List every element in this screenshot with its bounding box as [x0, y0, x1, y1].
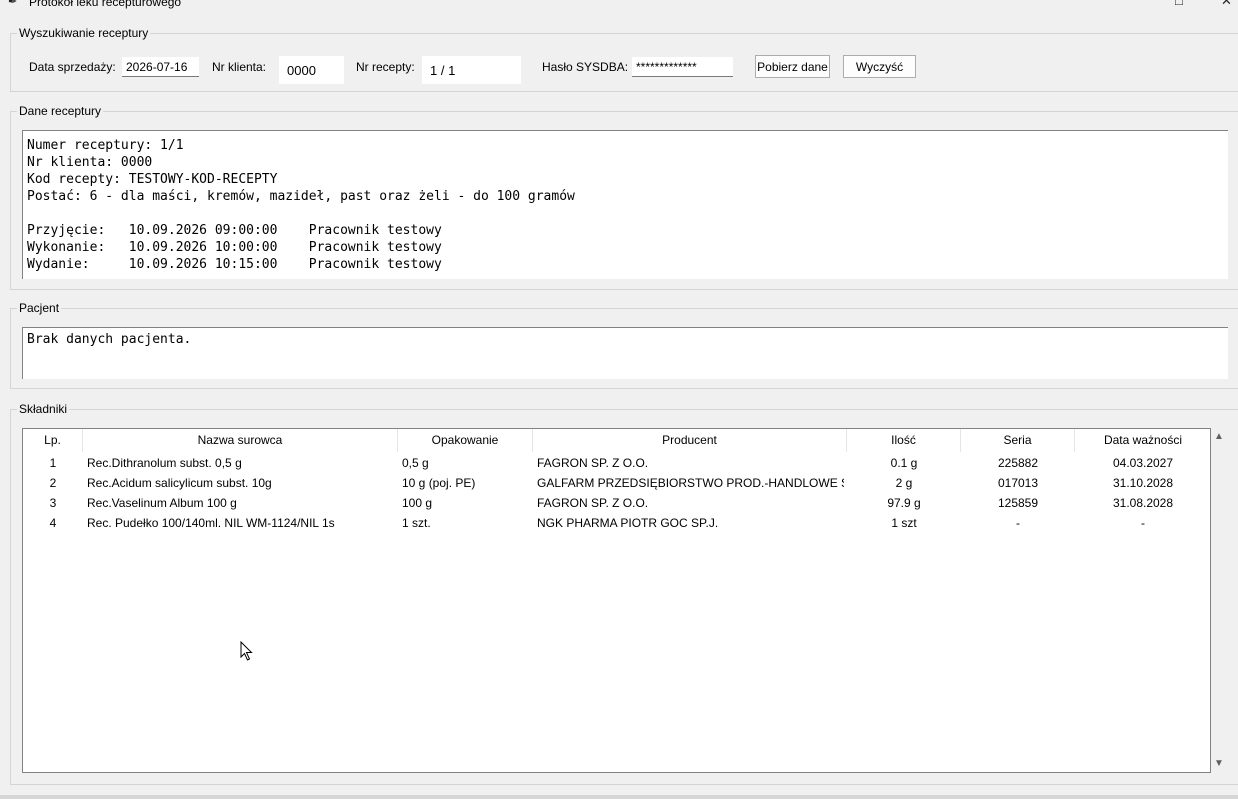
- scroll-up-arrow-icon[interactable]: ▲: [1214, 431, 1224, 442]
- cell-name: Rec. Pudełko 100/140ml. NIL WM-1124/NIL …: [87, 516, 335, 530]
- table-row[interactable]: 3 Rec.Vaselinum Album 100 g 100 g FAGRON…: [23, 493, 1210, 513]
- cell-producer: NGK PHARMA PIOTR GOC SP.J.: [537, 516, 719, 530]
- column-header-name[interactable]: Nazwa surowca: [83, 429, 398, 452]
- column-header-producer[interactable]: Producent: [533, 429, 847, 452]
- title-bar: ✒ Protokół leku recepturowego □ ✕: [0, 0, 1238, 10]
- table-header: Lp. Nazwa surowca Opakowanie Producent I…: [23, 429, 1210, 452]
- recipe-number-field[interactable]: [422, 56, 521, 84]
- cell-expiry: 31.08.2028: [1112, 496, 1174, 510]
- cell-series: 017013: [997, 476, 1039, 490]
- cell-package: 1 szt.: [402, 516, 431, 530]
- cell-package: 10 g (poj. PE): [402, 476, 476, 490]
- cell-package: 0,5 g: [402, 456, 429, 470]
- cell-series: 225882: [997, 456, 1039, 470]
- fetch-data-button[interactable]: Pobierz dane: [755, 55, 830, 78]
- window-title: Protokół leku recepturowego: [29, 0, 182, 9]
- column-header-series[interactable]: Seria: [961, 429, 1075, 452]
- cell-name: Rec.Vaselinum Album 100 g: [87, 496, 237, 510]
- recipe-data-group-label: Dane receptury: [17, 104, 104, 118]
- cell-name: Rec.Acidum salicylicum subst. 10g: [87, 476, 272, 490]
- cell-expiry: -: [1141, 516, 1145, 530]
- clear-button[interactable]: Wyczyść: [843, 55, 916, 78]
- table-row[interactable]: 2 Rec.Acidum salicylicum subst. 10g 10 g…: [23, 473, 1210, 493]
- recipe-details-text[interactable]: Numer receptury: 1/1 Nr klienta: 0000 Ko…: [22, 130, 1228, 279]
- cell-quantity: 1 szt: [891, 516, 917, 530]
- search-group-label: Wyszukiwanie receptury: [17, 26, 151, 40]
- cell-name: Rec.Dithranolum subst. 0,5 g: [87, 456, 242, 470]
- cell-lp: 2: [49, 476, 57, 490]
- column-header-quantity[interactable]: Ilość: [847, 429, 961, 452]
- cell-package: 100 g: [402, 496, 433, 510]
- cell-lp: 1: [49, 456, 57, 470]
- cell-lp: 4: [49, 516, 57, 530]
- sale-date-label: Data sprzedaży:: [29, 60, 116, 74]
- cell-quantity: 97.9 g: [887, 496, 921, 510]
- cell-producer: FAGRON SP. Z O.O.: [537, 496, 649, 510]
- cell-series: -: [1016, 516, 1020, 530]
- mouse-cursor-icon: [240, 641, 253, 661]
- cell-quantity: 2 g: [895, 476, 913, 490]
- cell-expiry: 04.03.2027: [1112, 456, 1174, 470]
- ingredients-group-label: Składniki: [17, 402, 70, 416]
- maximize-button[interactable]: □: [1175, 0, 1183, 8]
- close-button[interactable]: ✕: [1221, 0, 1232, 9]
- window-bottom-edge: [0, 795, 1238, 799]
- recipe-number-label: Nr recepty:: [356, 60, 415, 74]
- cell-expiry: 31.10.2028: [1112, 476, 1174, 490]
- ingredients-scrollbar[interactable]: ▲ ▼: [1211, 428, 1228, 773]
- client-number-field[interactable]: [279, 56, 344, 84]
- app-feather-icon: ✒: [8, 0, 18, 8]
- cell-producer: FAGRON SP. Z O.O.: [537, 456, 649, 470]
- sysdba-password-field[interactable]: [632, 57, 733, 77]
- table-row[interactable]: 1 Rec.Dithranolum subst. 0,5 g 0,5 g FAG…: [23, 453, 1210, 473]
- patient-group-label: Pacjent: [17, 301, 62, 315]
- patient-details-text[interactable]: Brak danych pacjenta.: [22, 327, 1228, 379]
- cell-series: 125859: [997, 496, 1039, 510]
- sale-date-field[interactable]: [122, 57, 199, 77]
- cell-producer: GALFARM PRZEDSIĘBIORSTWO PROD.-HANDLOWE …: [537, 476, 844, 490]
- table-row[interactable]: 4 Rec. Pudełko 100/140ml. NIL WM-1124/NI…: [23, 513, 1210, 533]
- sysdba-password-label: Hasło SYSDBA:: [542, 60, 629, 74]
- column-header-expiry[interactable]: Data ważności: [1075, 429, 1211, 452]
- cell-quantity: 0.1 g: [890, 456, 918, 470]
- ingredients-table[interactable]: Lp. Nazwa surowca Opakowanie Producent I…: [22, 428, 1211, 773]
- client-number-label: Nr klienta:: [212, 60, 267, 74]
- cell-lp: 3: [49, 496, 57, 510]
- column-header-package[interactable]: Opakowanie: [398, 429, 533, 452]
- column-header-lp[interactable]: Lp.: [23, 429, 83, 452]
- scroll-down-arrow-icon[interactable]: ▼: [1214, 758, 1224, 769]
